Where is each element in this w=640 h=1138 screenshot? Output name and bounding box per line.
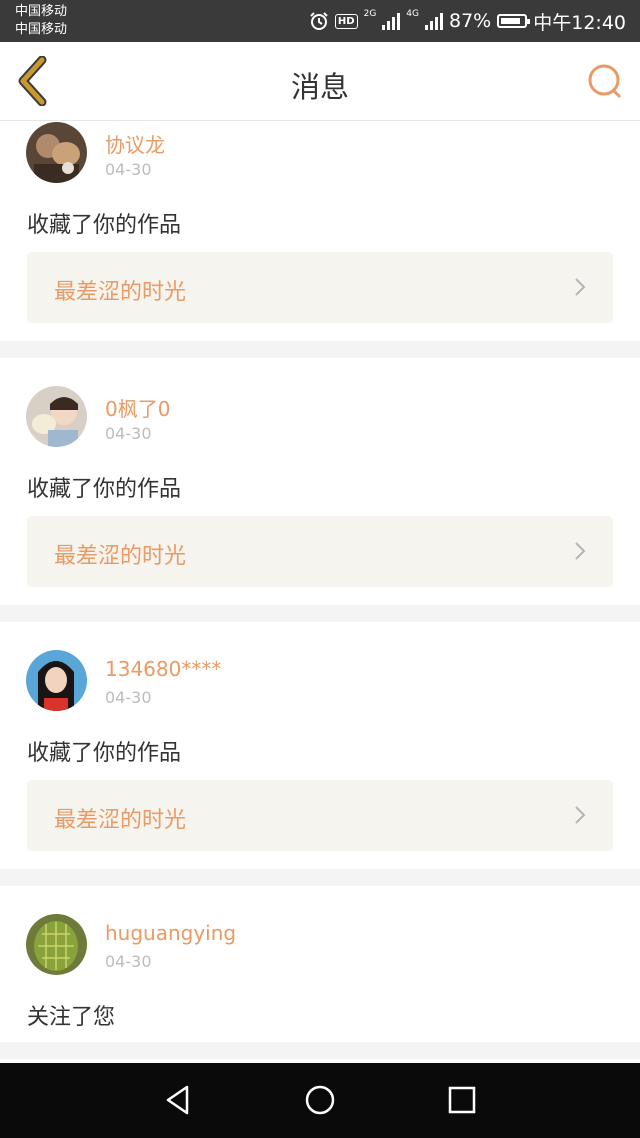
carrier-label-2: 中国移动 [15,22,68,37]
username[interactable]: 协议龙 [105,129,165,158]
signal-icon [425,12,443,30]
user-photo [26,650,87,711]
username[interactable]: 134680**** [105,657,221,681]
battery-icon [497,14,531,28]
work-title: 最差涩的时光 [54,280,187,305]
avatar[interactable] [26,914,87,975]
message-date: 04-30 [105,424,152,443]
search-button[interactable] [586,62,624,100]
work-title: 最差涩的时光 [54,808,187,833]
network-type-2: 4G [406,9,419,19]
avatar[interactable] [26,650,87,711]
battery-fill [501,18,521,24]
username[interactable]: 0枫了0 [105,393,170,422]
action-text: 收藏了你的作品 [27,213,182,238]
action-text: 收藏了你的作品 [27,741,182,766]
header: 消息 [0,42,640,121]
user-photo [26,386,87,447]
search-icon [588,64,621,98]
battery-percent: 87% [449,10,492,32]
action-text: 关注了您 [27,1005,116,1030]
work-title: 最差涩的时光 [54,544,187,569]
chevron-right-icon [575,542,586,560]
work-link[interactable]: 最差涩的时光 [27,516,613,587]
message-date: 04-30 [105,160,152,179]
message-card: 0枫了0 04-30 收藏了你的作品 最差涩的时光 [0,358,640,605]
back-triangle-icon[interactable] [160,1082,196,1118]
work-link[interactable]: 最差涩的时光 [27,252,613,323]
user-photo [26,122,87,183]
message-date: 04-30 [105,688,152,707]
alarm-icon [310,12,328,30]
hd-icon: HD [334,13,358,29]
username[interactable]: huguangying [105,921,236,945]
signal-icon [382,12,401,30]
home-circle-icon[interactable] [302,1082,338,1118]
navigation-bar [0,1063,640,1138]
status-icons: HD 2G 4G 87% 中午12:40 [309,0,626,42]
recents-square-icon[interactable] [444,1082,480,1118]
status-bar: 中国移动 中国移动 HD 2G 4G 87% 中午12:40 [0,0,640,42]
chevron-right-icon [575,278,586,296]
message-card: huguangying 04-30 关注了您 [0,886,640,1042]
page-title: 消息 [290,70,349,104]
work-link[interactable]: 最差涩的时光 [27,780,613,851]
avatar[interactable] [26,386,87,447]
user-photo [26,914,87,975]
message-card: 134680**** 04-30 收藏了你的作品 最差涩的时光 [0,622,640,869]
chevron-right-icon [575,806,586,824]
action-text: 收藏了你的作品 [27,477,182,502]
message-date: 04-30 [105,952,152,971]
network-type-1: 2G [363,9,377,19]
message-list[interactable]: 协议龙 04-30 收藏了你的作品 最差涩的时光 0枫了0 04-30 收藏了你… [0,121,640,1063]
message-card: 协议龙 04-30 收藏了你的作品 最差涩的时光 [0,121,640,341]
clock: 中午12:40 [533,11,626,34]
carrier-label-1: 中国移动 [15,4,68,19]
avatar[interactable] [26,122,87,183]
